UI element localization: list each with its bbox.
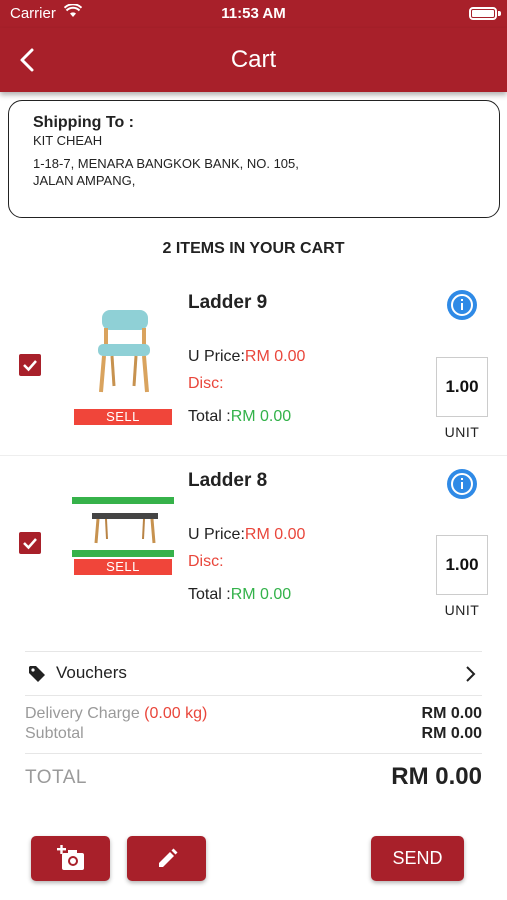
checkmark-icon [23, 360, 37, 372]
unit-label: UNIT [444, 602, 480, 618]
item-total: Total :RM 0.00 [188, 408, 291, 426]
delivery-weight: (0.00 kg) [144, 705, 208, 722]
item-total-value: RM 0.00 [230, 408, 292, 425]
cart-item: SELL Ladder 9 U Price:RM 0.00 Disc: Tota… [0, 278, 507, 456]
info-icon[interactable] [447, 290, 477, 320]
chair-image [74, 306, 174, 396]
item-total-label: Total : [188, 586, 231, 603]
item-total: Total :RM 0.00 [188, 586, 291, 604]
shipping-address-card[interactable]: Shipping To : KIT CHEAH 1-18-7, MENARA B… [8, 100, 500, 218]
shipping-name: KIT CHEAH [33, 133, 103, 148]
cart-item: SELL Ladder 8 U Price:RM 0.00 Disc: Tota… [0, 457, 507, 635]
clock: 11:53 AM [221, 5, 286, 22]
product-name: Ladder 8 [188, 470, 268, 491]
vouchers-label: Vouchers [56, 663, 127, 682]
total-row: TOTAL RM 0.00 [25, 763, 482, 793]
subtotal-label: Subtotal [25, 725, 84, 742]
send-button[interactable]: SEND [371, 836, 464, 881]
shipping-address-line2: JALAN AMPANG, [33, 173, 136, 188]
divider [25, 695, 482, 696]
shipping-address-line1: 1-18-7, MENARA BANGKOK BANK, NO. 105, [33, 156, 299, 171]
charges-summary: Delivery Charge (0.00 kg) RM 0.00 Subtot… [25, 705, 482, 745]
cart-items-count: 2 ITEMS IN YOUR CART [162, 240, 345, 257]
nav-bar: Cart [0, 28, 507, 92]
green-bar-top [72, 497, 174, 504]
info-icon[interactable] [447, 469, 477, 499]
subtotal-row: Subtotal RM 0.00 [25, 725, 482, 745]
total-label: TOTAL [25, 767, 87, 788]
shipping-heading: Shipping To : [33, 114, 135, 131]
status-bar: Carrier 11:53 AM [0, 0, 507, 28]
battery-tip [498, 11, 501, 16]
quantity-field[interactable]: 1.00 [436, 535, 488, 595]
total-value: RM 0.00 [391, 763, 482, 790]
tag-icon [28, 665, 46, 688]
table-image [74, 507, 174, 547]
unit-price-value: RM 0.00 [244, 526, 306, 543]
subtotal-value: RM 0.00 [421, 725, 482, 742]
green-bar-bottom [72, 550, 174, 557]
unit-price-label: U Price: [188, 348, 245, 365]
unit-price: U Price:RM 0.00 [188, 526, 305, 544]
page-title: Cart [230, 46, 277, 73]
item-total-value: RM 0.00 [230, 586, 292, 603]
edit-button[interactable] [127, 836, 206, 881]
sell-badge: SELL [74, 559, 172, 575]
unit-price-label: U Price: [188, 526, 245, 543]
add-camera-icon [56, 844, 84, 870]
delivery-charge-row: Delivery Charge (0.00 kg) RM 0.00 [25, 705, 482, 725]
item-checkbox[interactable] [19, 532, 41, 554]
divider [25, 753, 482, 754]
chevron-right-icon [464, 665, 476, 688]
pencil-icon [158, 848, 177, 867]
checkmark-icon [23, 538, 37, 550]
unit-label: UNIT [444, 424, 480, 440]
item-total-label: Total : [188, 408, 231, 425]
quantity-field[interactable]: 1.00 [436, 357, 488, 417]
add-photo-button[interactable] [31, 836, 110, 881]
battery-icon [469, 7, 497, 20]
item-checkbox[interactable] [19, 354, 41, 376]
vouchers-row[interactable]: Vouchers [25, 651, 482, 695]
delivery-charge-label: Delivery Charge [25, 705, 140, 722]
sell-badge: SELL [74, 409, 172, 425]
unit-price-value: RM 0.00 [244, 348, 306, 365]
product-name: Ladder 9 [188, 292, 268, 313]
discount-label: Disc: [188, 553, 224, 570]
unit-price: U Price:RM 0.00 [188, 348, 305, 366]
discount-label: Disc: [188, 375, 224, 392]
delivery-charge-value: RM 0.00 [421, 705, 482, 722]
